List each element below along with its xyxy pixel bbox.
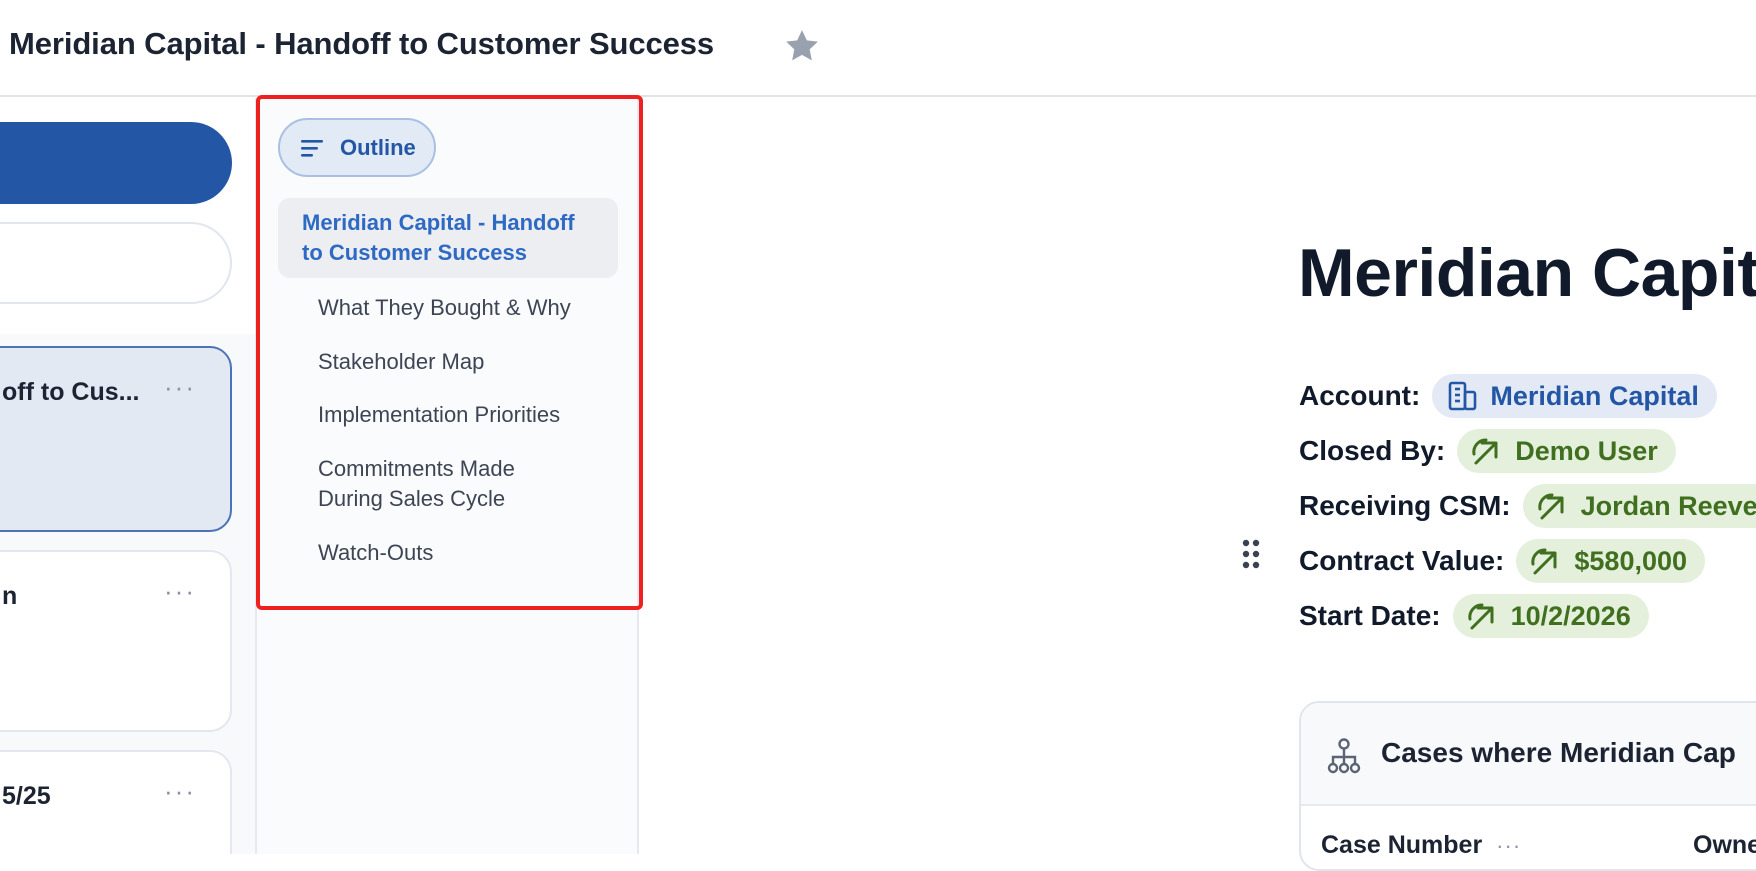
property-contract-value: Contract Value: $580,000: [1299, 539, 1706, 583]
property-label: Receiving CSM:: [1299, 490, 1511, 521]
cases-table-title: Cases where Meridian Cap: [1381, 737, 1736, 768]
document-heading: Meridian Capita: [1298, 235, 1756, 311]
property-label: Closed By:: [1299, 435, 1446, 466]
account-link-chip[interactable]: Meridian Capital: [1432, 374, 1717, 418]
document-card-title: n: [2, 582, 18, 610]
new-document-button[interactable]: [0, 122, 232, 204]
cases-table-card: Cases where Meridian Cap Case Number ··· …: [1299, 701, 1756, 871]
start-date-text: 10/2/2026: [1510, 600, 1631, 631]
start-date-chip[interactable]: 10/2/2026: [1452, 594, 1649, 638]
building-icon: [1449, 381, 1477, 411]
account-link-text: Meridian Capital: [1490, 380, 1699, 411]
property-label: Contract Value:: [1299, 545, 1505, 576]
column-header-case-number[interactable]: Case Number ···: [1321, 831, 1521, 860]
property-closed-by: Closed By: Demo User: [1299, 429, 1676, 473]
column-header-label: Case Number: [1321, 831, 1483, 859]
outline-button-label: Outline: [340, 134, 416, 160]
search-input[interactable]: [0, 222, 232, 304]
document-card-title: 5/25: [2, 782, 51, 810]
property-receiving-csm: Receiving CSM: Jordan Reeve: [1299, 484, 1756, 528]
document-card[interactable]: n ···: [0, 550, 232, 732]
outline-item-implementation-priorities[interactable]: Implementation Priorities: [278, 400, 618, 430]
outline-item-what-they-bought[interactable]: What They Bought & Why: [278, 293, 618, 323]
arrow-up-right-icon: [1472, 438, 1498, 465]
property-label: Account:: [1299, 380, 1421, 411]
column-header-label: Owne: [1693, 831, 1756, 859]
cases-table-header: Cases where Meridian Cap: [1301, 703, 1756, 806]
lines-icon: [301, 139, 323, 157]
receiving-csm-chip[interactable]: Jordan Reeve: [1522, 484, 1756, 528]
drag-handle-icon[interactable]: [1241, 538, 1261, 570]
arrow-up-right-icon: [1531, 548, 1557, 575]
arrow-up-right-icon: [1537, 493, 1564, 520]
document-card-title: off to Cus...: [2, 378, 140, 406]
contract-value-chip[interactable]: $580,000: [1516, 539, 1706, 583]
column-header-owner[interactable]: Owne: [1693, 831, 1756, 860]
property-start-date: Start Date: 10/2/2026: [1299, 594, 1649, 638]
hierarchy-icon: [1327, 738, 1361, 774]
documents-pane: off to Cus... ··· n ··· 5/25 ···: [0, 98, 255, 854]
star-icon[interactable]: [782, 26, 822, 66]
outline-item-commitments[interactable]: Commitments Made During Sales Cycle: [278, 454, 568, 514]
closed-by-chip[interactable]: Demo User: [1457, 429, 1676, 473]
outline-toggle-button[interactable]: Outline: [278, 118, 436, 177]
property-label: Start Date:: [1299, 600, 1441, 631]
column-menu-icon[interactable]: ···: [1496, 833, 1521, 858]
more-options-icon[interactable]: ···: [164, 778, 196, 804]
document-card-active[interactable]: off to Cus... ···: [0, 346, 232, 532]
outline-item-stakeholder-map[interactable]: Stakeholder Map: [278, 347, 618, 377]
closed-by-text: Demo User: [1515, 435, 1658, 466]
document-card[interactable]: 5/25 ···: [0, 750, 232, 854]
contract-value-text: $580,000: [1574, 545, 1688, 576]
outline-item-title[interactable]: Meridian Capital - Handoff to Customer S…: [278, 198, 618, 278]
outline-item-watch-outs[interactable]: Watch-Outs: [278, 538, 618, 568]
top-bar: Meridian Capital - Handoff to Customer S…: [0, 0, 1756, 97]
page-title: Meridian Capital - Handoff to Customer S…: [9, 26, 715, 61]
property-account: Account: Meridian Capital: [1299, 374, 1717, 418]
arrow-up-right-icon: [1467, 603, 1494, 630]
more-options-icon[interactable]: ···: [164, 578, 196, 604]
receiving-csm-text: Jordan Reeve: [1580, 490, 1756, 521]
more-options-icon[interactable]: ···: [164, 374, 196, 400]
